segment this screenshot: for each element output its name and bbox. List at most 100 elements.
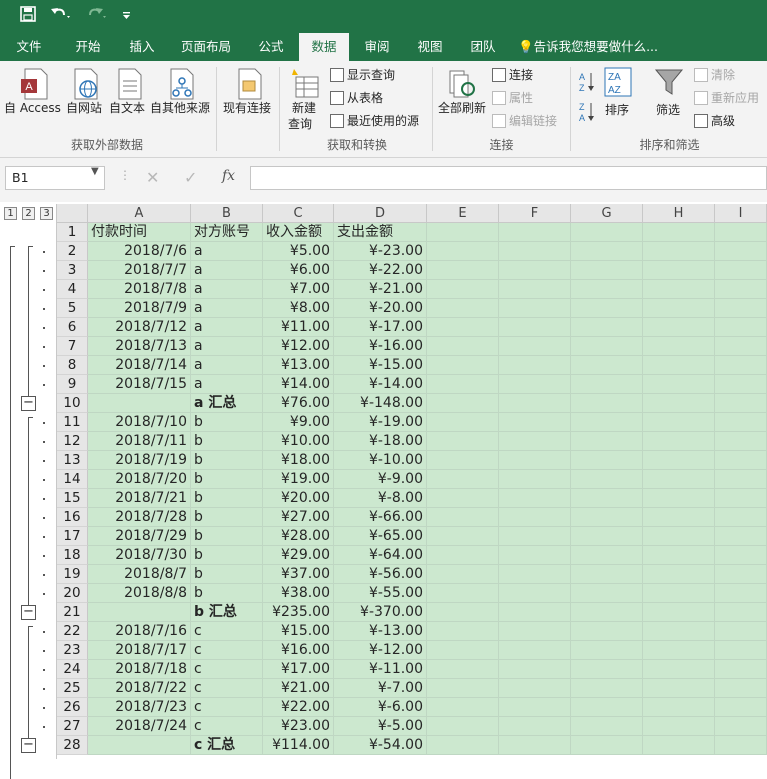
table-cell[interactable]: ¥16.00 (263, 641, 334, 660)
table-cell[interactable] (715, 280, 767, 299)
row-header[interactable]: 21 (57, 603, 88, 622)
table-cell[interactable]: ¥-7.00 (334, 679, 427, 698)
table-cell[interactable] (643, 280, 715, 299)
table-cell[interactable]: ¥18.00 (263, 451, 334, 470)
table-cell[interactable] (499, 565, 571, 584)
table-cell[interactable]: 收入金额 (263, 223, 334, 242)
table-cell[interactable] (643, 736, 715, 755)
row-header[interactable]: 27 (57, 717, 88, 736)
outline-level-button[interactable]: 1 (4, 207, 17, 220)
table-cell[interactable]: ¥-10.00 (334, 451, 427, 470)
table-cell[interactable]: ¥-64.00 (334, 546, 427, 565)
table-cell[interactable] (715, 660, 767, 679)
tab-formulas[interactable]: 公式 (248, 33, 294, 61)
column-header[interactable]: E (427, 204, 499, 223)
table-cell[interactable] (499, 280, 571, 299)
properties-button[interactable]: 属性 (492, 88, 533, 108)
table-cell[interactable]: 2018/7/30 (88, 546, 191, 565)
table-cell[interactable]: ¥-15.00 (334, 356, 427, 375)
table-cell[interactable]: ¥-66.00 (334, 508, 427, 527)
table-cell[interactable] (427, 223, 499, 242)
table-cell[interactable]: 2018/7/17 (88, 641, 191, 660)
table-cell[interactable] (88, 603, 191, 622)
table-cell[interactable] (571, 337, 643, 356)
name-box-dropdown-icon[interactable]: ▼ (91, 166, 99, 177)
table-cell[interactable]: ¥6.00 (263, 261, 334, 280)
table-cell[interactable] (715, 223, 767, 242)
table-cell[interactable] (715, 337, 767, 356)
tell-me-search[interactable]: 💡告诉我您想要做什么... (518, 33, 668, 61)
table-cell[interactable]: a (191, 318, 263, 337)
table-cell[interactable] (499, 546, 571, 565)
connections-button[interactable]: 连接 (492, 65, 533, 85)
table-cell[interactable] (571, 603, 643, 622)
collapse-group-icon[interactable]: − (21, 605, 36, 620)
table-cell[interactable]: 2018/7/15 (88, 375, 191, 394)
table-cell[interactable] (571, 527, 643, 546)
table-cell[interactable]: ¥-9.00 (334, 470, 427, 489)
table-cell[interactable] (715, 546, 767, 565)
table-cell[interactable] (715, 356, 767, 375)
table-cell[interactable]: b (191, 451, 263, 470)
table-cell[interactable] (427, 394, 499, 413)
undo-icon[interactable] (50, 6, 72, 26)
table-cell[interactable]: ¥-54.00 (334, 736, 427, 755)
table-cell[interactable]: b 汇总 (191, 603, 263, 622)
table-cell[interactable] (643, 660, 715, 679)
table-cell[interactable] (427, 299, 499, 318)
table-cell[interactable]: ¥19.00 (263, 470, 334, 489)
table-cell[interactable]: ¥37.00 (263, 565, 334, 584)
table-cell[interactable] (715, 242, 767, 261)
collapse-group-icon[interactable]: − (21, 738, 36, 753)
from-access-button[interactable]: A (8, 67, 60, 127)
table-cell[interactable]: ¥-11.00 (334, 660, 427, 679)
table-cell[interactable] (643, 223, 715, 242)
table-cell[interactable] (427, 565, 499, 584)
table-cell[interactable] (715, 489, 767, 508)
table-cell[interactable]: ¥-18.00 (334, 432, 427, 451)
table-cell[interactable]: ¥235.00 (263, 603, 334, 622)
table-cell[interactable] (643, 508, 715, 527)
table-cell[interactable]: 付款时间 (88, 223, 191, 242)
table-cell[interactable] (427, 261, 499, 280)
table-cell[interactable]: ¥-14.00 (334, 375, 427, 394)
table-cell[interactable] (499, 394, 571, 413)
table-cell[interactable] (715, 603, 767, 622)
table-cell[interactable] (643, 337, 715, 356)
table-cell[interactable] (715, 717, 767, 736)
table-cell[interactable] (643, 603, 715, 622)
table-cell[interactable]: 2018/7/10 (88, 413, 191, 432)
table-cell[interactable] (715, 508, 767, 527)
chevron-down-icon[interactable] (122, 6, 132, 26)
table-cell[interactable] (643, 432, 715, 451)
table-cell[interactable]: ¥22.00 (263, 698, 334, 717)
table-cell[interactable] (499, 261, 571, 280)
table-cell[interactable]: 2018/7/29 (88, 527, 191, 546)
table-cell[interactable]: 2018/7/19 (88, 451, 191, 470)
table-cell[interactable] (571, 489, 643, 508)
table-cell[interactable]: a (191, 242, 263, 261)
table-cell[interactable] (427, 527, 499, 546)
tab-file[interactable]: 文件 (5, 33, 53, 61)
table-cell[interactable]: ¥21.00 (263, 679, 334, 698)
table-cell[interactable]: 2018/7/22 (88, 679, 191, 698)
table-cell[interactable] (427, 584, 499, 603)
table-cell[interactable]: c (191, 679, 263, 698)
table-cell[interactable]: ¥-17.00 (334, 318, 427, 337)
table-cell[interactable]: 2018/7/20 (88, 470, 191, 489)
table-cell[interactable]: 2018/7/13 (88, 337, 191, 356)
table-cell[interactable]: 2018/7/18 (88, 660, 191, 679)
table-cell[interactable] (715, 622, 767, 641)
table-cell[interactable]: c 汇总 (191, 736, 263, 755)
row-header[interactable]: 24 (57, 660, 88, 679)
table-cell[interactable]: a (191, 356, 263, 375)
table-cell[interactable] (499, 584, 571, 603)
table-cell[interactable]: 2018/7/21 (88, 489, 191, 508)
table-cell[interactable] (427, 736, 499, 755)
table-cell[interactable]: ¥-23.00 (334, 242, 427, 261)
row-header[interactable]: 1 (57, 223, 88, 242)
table-cell[interactable] (715, 527, 767, 546)
table-cell[interactable]: ¥5.00 (263, 242, 334, 261)
clear-filter-button[interactable]: 清除 (694, 65, 735, 85)
table-cell[interactable] (499, 299, 571, 318)
